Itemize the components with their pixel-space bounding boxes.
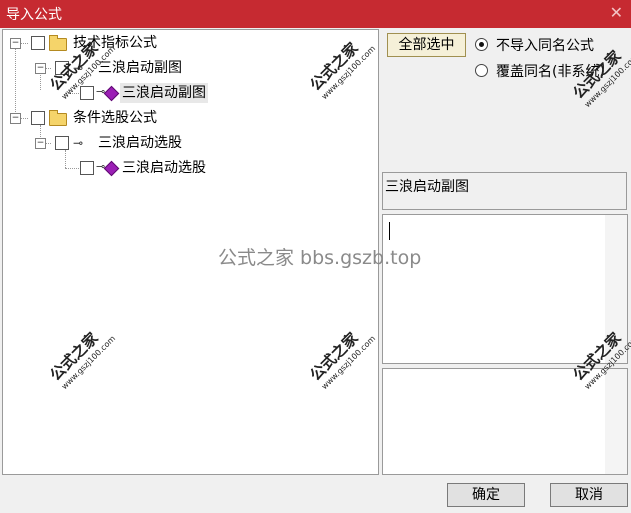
select-all-button[interactable]: 全部选中 <box>387 33 466 57</box>
selected-formula-name: 三浪启动副图 <box>385 179 469 195</box>
formula-params-area[interactable] <box>382 368 628 475</box>
scrollbar[interactable] <box>605 369 627 474</box>
tree-node-selection[interactable]: − ⊸ 三浪启动选股 <box>3 133 223 153</box>
collapse-icon[interactable]: − <box>10 38 21 49</box>
checkbox[interactable] <box>80 161 94 175</box>
key-icon: ⊸ <box>73 136 84 150</box>
radio-overwrite-label: 覆盖同名(非系统) <box>496 64 605 80</box>
checkbox[interactable] <box>55 136 69 150</box>
ok-button[interactable]: 确定 <box>447 483 525 507</box>
tree-node-label: 技术指标公式 <box>73 35 157 51</box>
tree-node-indicator[interactable]: − ⊸ 三浪启动副图 <box>3 58 223 78</box>
checkbox[interactable] <box>31 111 45 125</box>
checkbox[interactable] <box>31 36 45 50</box>
tree-node-label: 三浪启动选股 <box>98 135 182 151</box>
tree-node-label: 条件选股公式 <box>73 110 157 126</box>
collapse-icon[interactable]: − <box>35 63 46 74</box>
collapse-icon[interactable]: − <box>35 138 46 149</box>
radio-skip-duplicates[interactable] <box>475 38 488 51</box>
folder-icon <box>49 35 67 51</box>
tree-node-formula-selected[interactable]: ⊸ 三浪启动副图 <box>3 83 243 103</box>
checkbox[interactable] <box>55 61 69 75</box>
checkbox[interactable] <box>80 86 94 100</box>
title-bar: 导入公式 ✕ <box>0 0 631 28</box>
radio-skip-label: 不导入同名公式 <box>496 38 594 54</box>
selected-formula-name-panel: 三浪启动副图 <box>382 172 627 210</box>
close-icon[interactable]: ✕ <box>610 3 623 22</box>
formula-icon <box>103 160 120 177</box>
tree-node-label: 三浪启动副图 <box>120 83 208 103</box>
folder-icon <box>49 110 67 126</box>
center-watermark: 公式之家 bbs.gszb.top <box>218 247 422 269</box>
cancel-button[interactable]: 取消 <box>550 483 628 507</box>
formula-icon <box>103 85 120 102</box>
tree-node-tech-formula[interactable]: − 技术指标公式 <box>3 33 203 53</box>
tree-node-stock-select[interactable]: − 条件选股公式 <box>3 108 203 128</box>
tree-node-label: 三浪启动选股 <box>122 160 206 176</box>
tree-node-formula[interactable]: ⊸ 三浪启动选股 <box>3 158 243 178</box>
scrollbar[interactable] <box>605 215 627 363</box>
window-title: 导入公式 <box>6 7 62 23</box>
collapse-icon[interactable]: − <box>10 113 21 124</box>
formula-description-area[interactable] <box>382 214 628 364</box>
text-caret <box>389 222 390 240</box>
tree-node-label: 三浪启动副图 <box>98 60 182 76</box>
radio-overwrite[interactable] <box>475 64 488 77</box>
key-icon: ⊸ <box>73 61 84 75</box>
